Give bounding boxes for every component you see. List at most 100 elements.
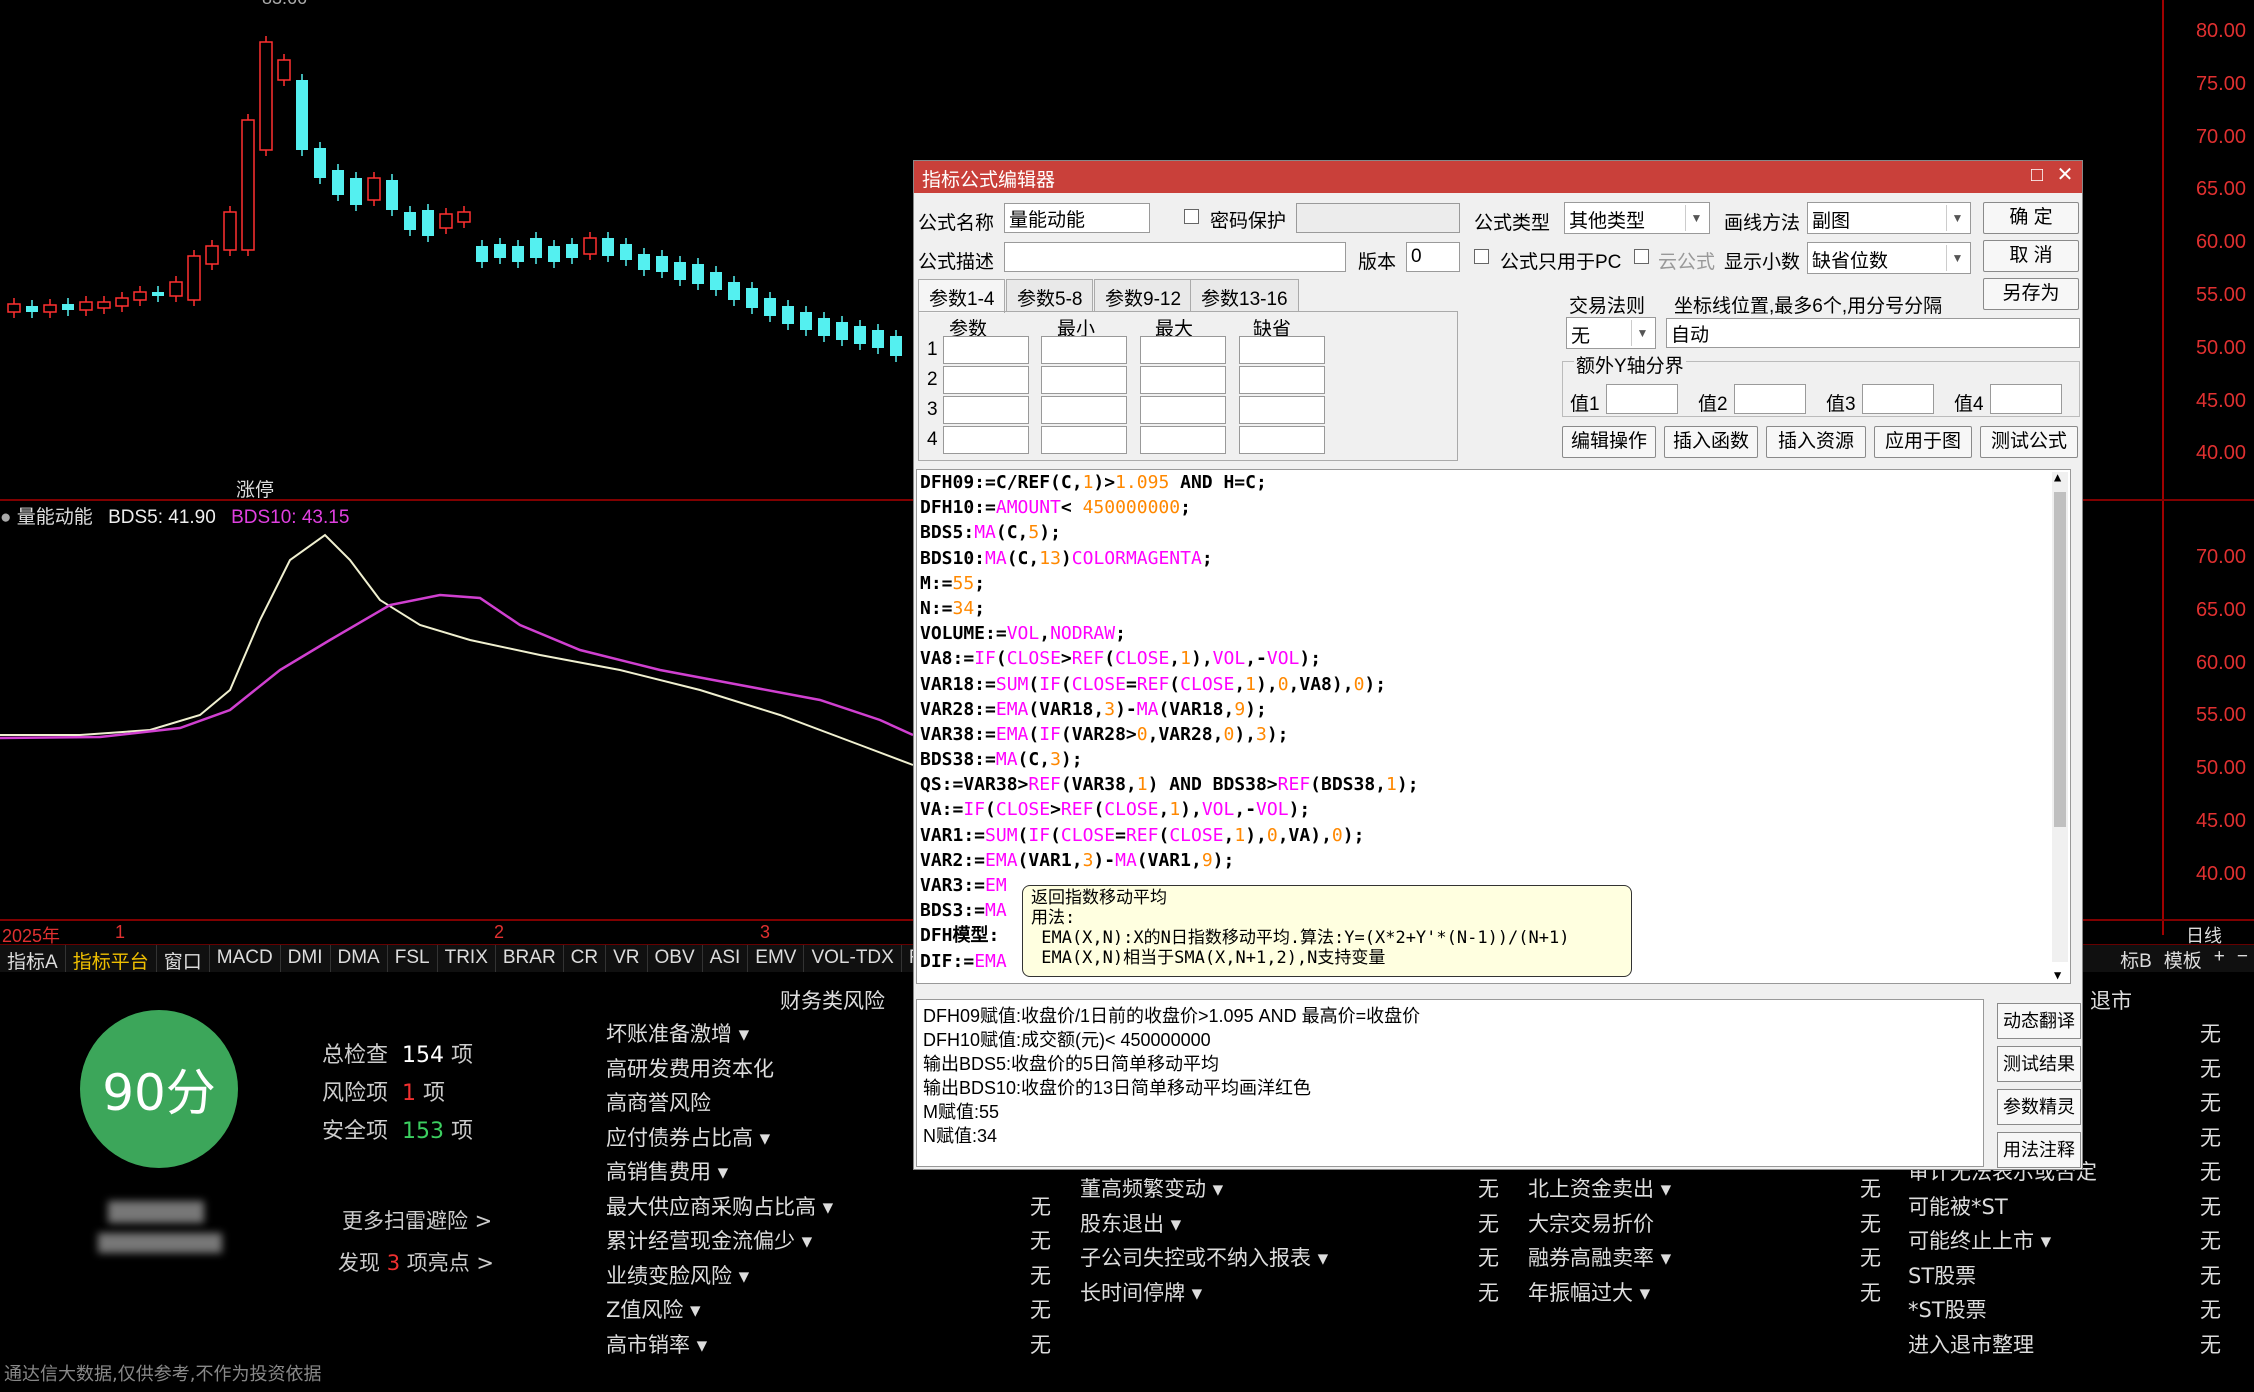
risk-item[interactable]: 进入退市整理 [1908, 1329, 2034, 1359]
trade-rule-select[interactable]: 无 ▼ [1566, 317, 1656, 349]
param-cell[interactable] [943, 426, 1029, 454]
param-cell[interactable] [1140, 366, 1226, 394]
action-button-3[interactable]: 应用于图 [1874, 426, 1972, 458]
password-input[interactable] [1296, 203, 1460, 233]
tab-params-5-8[interactable]: 参数5-8 [1006, 279, 1094, 311]
highlights-link[interactable]: 发现 3 项亮点 > [338, 1247, 494, 1277]
risk-item[interactable]: 董高频繁变动 ▾ [1080, 1173, 1223, 1203]
code-scrollbar[interactable]: ▲ ▼ [2052, 470, 2068, 982]
tab-brar[interactable]: BRAR [496, 945, 564, 972]
risk-item[interactable]: 累计经营现金流偏少 ▾ [606, 1225, 812, 1255]
indicator-name[interactable]: 量能动能 [17, 507, 93, 528]
action-button-1[interactable]: 插入函数 [1664, 426, 1758, 458]
save-as-button[interactable]: 另存为 [1983, 278, 2079, 310]
formula-type-select[interactable]: 其他类型 ▼ [1564, 202, 1710, 234]
side-button-0[interactable]: 动态翻译 [1997, 1003, 2081, 1039]
tab-指标平台[interactable]: 指标平台 [66, 945, 157, 973]
risk-item[interactable]: ST股票 [1908, 1260, 1976, 1290]
tab-right-1[interactable]: 模板 [2158, 944, 2208, 972]
more-scan-link[interactable]: 更多扫雷避险 > [342, 1205, 492, 1235]
risk-item[interactable]: 大宗交易折价 [1528, 1208, 1654, 1238]
risk-item[interactable]: 长时间停牌 ▾ [1080, 1277, 1202, 1307]
tab-dmi[interactable]: DMI [281, 945, 331, 972]
tab-params-13-16[interactable]: 参数13-16 [1190, 279, 1299, 311]
param-cell[interactable] [943, 396, 1029, 424]
risk-item[interactable]: 可能终止上市 ▾ [1908, 1225, 2051, 1255]
y-value-input[interactable] [1734, 384, 1806, 414]
formula-name-input[interactable] [1004, 203, 1150, 233]
risk-item[interactable]: 高商誉风险 [606, 1087, 711, 1117]
risk-item[interactable]: 年振幅过大 ▾ [1528, 1277, 1650, 1307]
tab-params-1-4[interactable]: 参数1-4 [918, 279, 1006, 313]
risk-item[interactable]: 融券高融卖率 ▾ [1528, 1242, 1671, 1272]
tab-trix[interactable]: TRIX [438, 945, 496, 972]
risk-item[interactable]: 高市销率 ▾ [606, 1329, 707, 1359]
param-cell[interactable] [1140, 426, 1226, 454]
risk-item[interactable]: 高销售费用 ▾ [606, 1156, 728, 1186]
cloud-checkbox[interactable] [1634, 249, 1649, 264]
translation-output[interactable]: DFH09赋值:收盘价/1日前的收盘价>1.095 AND 最高价=收盘价 DFH… [916, 999, 1984, 1167]
version-input[interactable] [1406, 242, 1460, 272]
action-button-0[interactable]: 编辑操作 [1562, 426, 1656, 458]
tab-asi[interactable]: ASI [703, 945, 749, 972]
tab-macd[interactable]: MACD [210, 945, 281, 972]
param-cell[interactable] [1239, 426, 1325, 454]
risk-item[interactable]: 高研发费用资本化 [606, 1053, 774, 1083]
param-cell[interactable] [943, 336, 1029, 364]
formula-code-editor[interactable]: DFH09:=C/REF(C,1)>1.095 AND H=C; DFH10:=A… [916, 469, 2071, 984]
risk-item[interactable]: 最大供应商采购占比高 ▾ [606, 1191, 833, 1221]
close-icon[interactable]: ✕ [2054, 164, 2076, 186]
tab-vol-tdx[interactable]: VOL-TDX [804, 945, 902, 972]
param-cell[interactable] [1239, 336, 1325, 364]
formula-desc-input[interactable] [1004, 242, 1346, 272]
risk-item[interactable]: 坏账准备激增 ▾ [606, 1018, 749, 1048]
tab-right-2[interactable]: + [2208, 944, 2231, 972]
y-value-input[interactable] [1862, 384, 1934, 414]
cancel-button[interactable]: 取 消 [1983, 240, 2079, 272]
maximize-icon[interactable]: □ [2026, 164, 2048, 186]
tab-窗口[interactable]: 窗口 [157, 945, 210, 973]
tab-params-9-12[interactable]: 参数9-12 [1094, 279, 1193, 311]
risk-item[interactable]: 子公司失控或不纳入报表 ▾ [1080, 1242, 1328, 1272]
tab-right-0[interactable]: 标B [2114, 944, 2158, 972]
tab-obv[interactable]: OBV [648, 945, 703, 972]
risk-value: 无 [2200, 1091, 2221, 1115]
param-cell[interactable] [1239, 396, 1325, 424]
tab-right-3[interactable]: − [2231, 944, 2254, 972]
dialog-title-bar[interactable]: 指标公式编辑器 □ ✕ [914, 161, 2082, 193]
side-button-1[interactable]: 测试结果 [1997, 1046, 2081, 1082]
action-button-4[interactable]: 测试公式 [1980, 426, 2078, 458]
param-cell[interactable] [1140, 396, 1226, 424]
tab-emv[interactable]: EMV [748, 945, 805, 972]
tab-vr[interactable]: VR [606, 945, 648, 972]
risk-item[interactable]: 北上资金卖出 ▾ [1528, 1173, 1671, 1203]
ok-button[interactable]: 确 定 [1983, 202, 2079, 234]
param-cell[interactable] [1041, 396, 1127, 424]
tab-fsl[interactable]: FSL [388, 945, 438, 972]
draw-method-select[interactable]: 副图 ▼ [1807, 202, 1971, 234]
risk-item[interactable]: 股东退出 ▾ [1080, 1208, 1181, 1238]
param-cell[interactable] [1041, 366, 1127, 394]
side-button-3[interactable]: 用法注释 [1997, 1132, 2081, 1168]
pc-only-checkbox[interactable] [1474, 249, 1489, 264]
risk-item[interactable]: *ST股票 [1908, 1294, 1987, 1324]
param-cell[interactable] [943, 366, 1029, 394]
param-cell[interactable] [1041, 426, 1127, 454]
risk-item[interactable]: 可能被*ST [1908, 1191, 2008, 1221]
risk-item[interactable]: 业绩变脸风险 ▾ [606, 1260, 749, 1290]
param-cell[interactable] [1041, 336, 1127, 364]
coord-input[interactable] [1666, 318, 2080, 348]
tab-指标a[interactable]: 指标A [0, 945, 66, 973]
risk-item[interactable]: 应付债券占比高 ▾ [606, 1122, 770, 1152]
password-checkbox[interactable] [1184, 209, 1199, 224]
y-value-input[interactable] [1990, 384, 2062, 414]
tab-cr[interactable]: CR [564, 945, 607, 972]
param-cell[interactable] [1239, 366, 1325, 394]
y-value-input[interactable] [1606, 384, 1678, 414]
side-button-2[interactable]: 参数精灵 [1997, 1089, 2081, 1125]
param-cell[interactable] [1140, 336, 1226, 364]
tab-dma[interactable]: DMA [331, 945, 388, 972]
decimal-select[interactable]: 缺省位数 ▼ [1807, 242, 1971, 274]
risk-item[interactable]: Z值风险 ▾ [606, 1294, 701, 1324]
action-button-2[interactable]: 插入资源 [1766, 426, 1866, 458]
